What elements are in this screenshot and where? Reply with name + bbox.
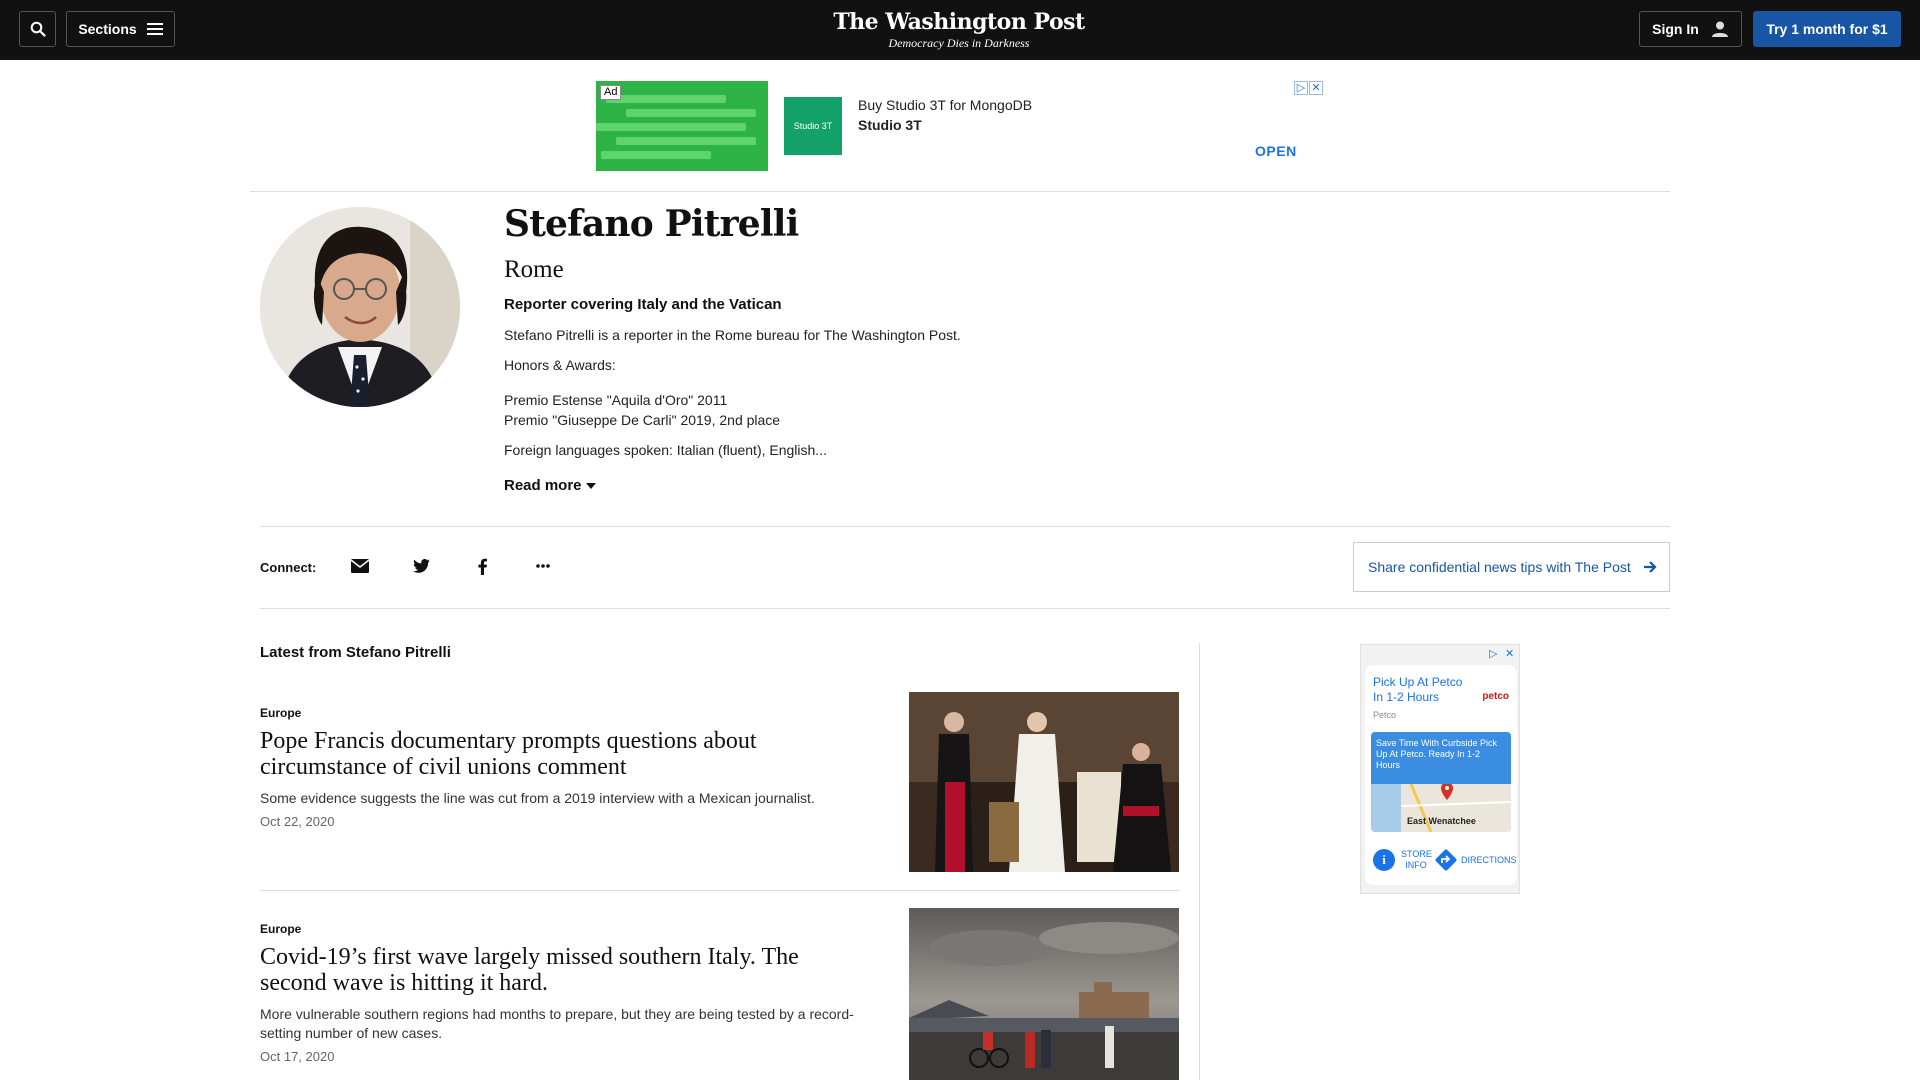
search-icon <box>30 21 46 37</box>
honors-label: Honors & Awards: <box>504 357 616 373</box>
story-blurb: Some evidence suggests the line was cut … <box>260 790 815 806</box>
store-info-link[interactable]: STORE INFO <box>1401 849 1432 871</box>
news-tips-label: Share confidential news tips with The Po… <box>1368 559 1631 575</box>
honor-item: Premio "Giuseppe De Carli" 2019, 2nd pla… <box>504 412 781 428</box>
divider <box>260 890 1179 891</box>
hamburger-icon <box>146 23 163 35</box>
directions-link[interactable]: DIRECTIONS <box>1461 855 1517 866</box>
user-icon <box>1711 21 1728 37</box>
envelope-icon <box>351 559 369 573</box>
sign-in-button[interactable]: Sign In <box>1639 11 1742 47</box>
adchoices-icon[interactable]: ▷ <box>1489 647 1497 660</box>
close-ad-icon[interactable]: ✕ <box>1505 647 1514 660</box>
story-date: Oct 17, 2020 <box>260 1049 335 1064</box>
latest-section-title: Latest from Stefano Pitrelli <box>260 644 451 661</box>
ad-map: East Wenatchee <box>1371 784 1511 832</box>
logo-wordmark: The Washington Post <box>833 9 1085 35</box>
story-image[interactable] <box>909 692 1179 872</box>
top-navigation-bar: Sections The Washington Post Democracy D… <box>0 0 1920 60</box>
more-options-button[interactable] <box>532 555 554 577</box>
divider <box>260 526 1670 527</box>
ad-advertiser: Studio 3T <box>858 117 922 133</box>
author-title: Reporter covering Italy and the Vatican <box>504 296 782 313</box>
author-bio: Stefano Pitrelli is a reporter in the Ro… <box>504 327 961 343</box>
map-city-label: East Wenatchee <box>1407 816 1476 826</box>
author-photo <box>260 207 460 407</box>
search-button[interactable] <box>19 11 56 47</box>
adchoices-icon[interactable]: ▷ <box>1294 81 1308 95</box>
connect-label: Connect: <box>260 560 317 575</box>
site-logo[interactable]: The Washington Post Democracy Dies in Da… <box>800 8 1118 50</box>
subscribe-button[interactable]: Try 1 month for $1 <box>1753 11 1901 47</box>
petco-logo: petco <box>1482 691 1509 702</box>
facebook-icon <box>477 558 487 575</box>
languages-text: Foreign languages spoken: Italian (fluen… <box>504 442 827 458</box>
honor-item: Premio Estense "Aquila d'Oro" 2011 <box>504 392 728 408</box>
story-headline[interactable]: Covid-19’s first wave largely missed sou… <box>260 944 870 996</box>
ad-advertiser: Petco <box>1373 710 1397 720</box>
story-image[interactable] <box>909 908 1179 1080</box>
ad-card: Pick Up At Petco In 1-2 Hours petco Petc… <box>1365 665 1517 885</box>
ad-headline: Pick Up At Petco In 1-2 Hours <box>1373 675 1463 704</box>
twitter-link[interactable] <box>410 555 432 577</box>
facebook-link[interactable] <box>471 555 493 577</box>
author-name: Stefano Pitrelli <box>504 203 799 245</box>
arrow-right-icon <box>1643 561 1657 573</box>
divider <box>260 608 1670 609</box>
logo-tagline: Democracy Dies in Darkness <box>888 36 1030 50</box>
directions-icon[interactable] <box>1435 849 1457 871</box>
info-icon[interactable]: i <box>1373 849 1395 871</box>
story-kicker[interactable]: Europe <box>260 706 301 720</box>
sign-in-label: Sign In <box>1652 21 1699 37</box>
news-tips-link[interactable]: Share confidential news tips with The Po… <box>1353 542 1670 592</box>
read-more-label: Read more <box>504 477 582 494</box>
caret-down-icon <box>585 482 596 489</box>
ad-promo-text: Save Time With Curbside Pick Up At Petco… <box>1371 732 1511 784</box>
ad-open-button[interactable]: OPEN <box>1255 143 1297 159</box>
column-divider <box>1199 643 1200 1080</box>
top-banner-ad[interactable]: Ad Studio 3T Buy Studio 3T for MongoDB S… <box>596 81 1324 171</box>
author-location: Rome <box>504 256 564 283</box>
more-icon <box>536 564 550 568</box>
side-banner-ad[interactable]: ▷ ✕ Pick Up At Petco In 1-2 Hours petco … <box>1360 644 1520 894</box>
twitter-icon <box>412 559 430 573</box>
story-kicker[interactable]: Europe <box>260 922 301 936</box>
sections-menu-button[interactable]: Sections <box>66 11 175 47</box>
studio3t-logo: Studio 3T <box>784 97 842 155</box>
ad-image: Ad <box>596 81 768 171</box>
ad-headline: Buy Studio 3T for MongoDB <box>858 97 1033 113</box>
story-blurb: More vulnerable southern regions had mon… <box>260 1006 854 1041</box>
email-link[interactable] <box>349 555 371 577</box>
story-headline[interactable]: Pope Francis documentary prompts questio… <box>260 728 870 780</box>
read-more-button[interactable]: Read more <box>504 477 596 494</box>
ad-badge: Ad <box>600 85 622 100</box>
story-date: Oct 22, 2020 <box>260 814 335 829</box>
sections-label: Sections <box>78 21 137 37</box>
close-ad-icon[interactable]: ✕ <box>1309 81 1323 95</box>
divider <box>250 191 1670 192</box>
